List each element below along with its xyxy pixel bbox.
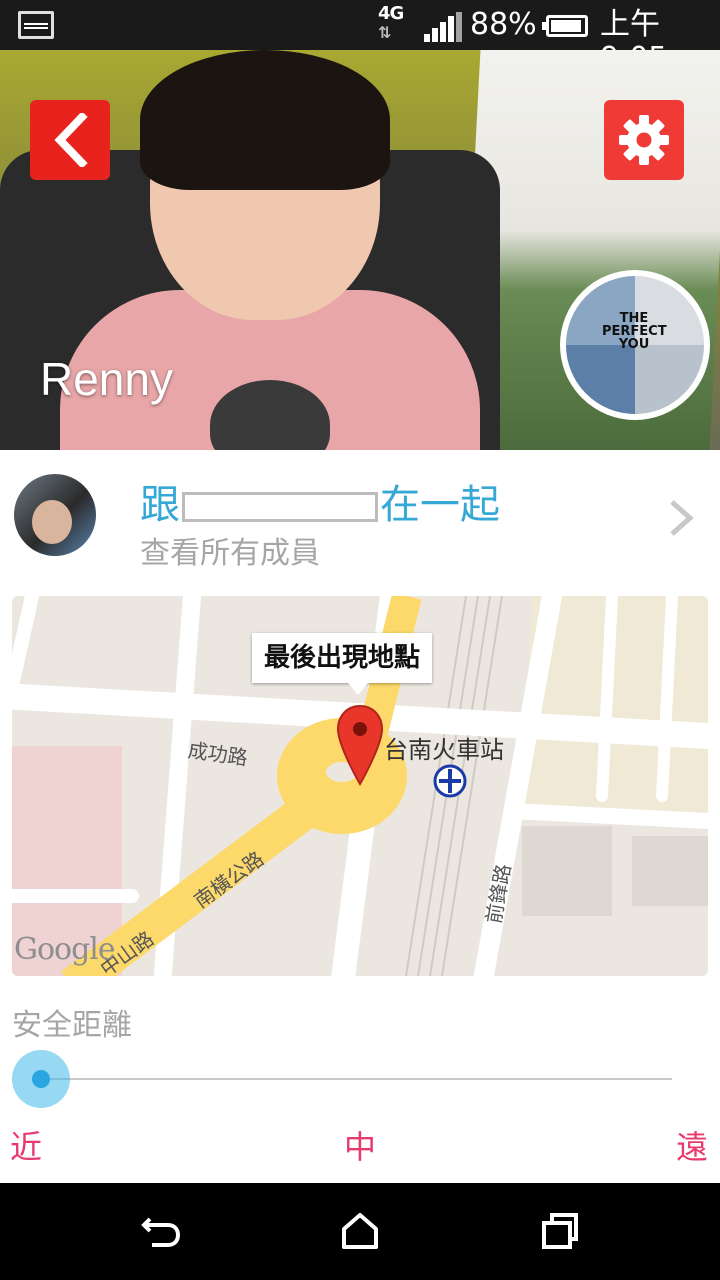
back-button[interactable] [30,100,110,180]
home-icon[interactable] [338,1211,382,1251]
circle-photo-badge[interactable]: THE PERFECT YOU [560,270,710,420]
poi-label-station: 台南火車站 [384,736,504,764]
map-pin-icon [336,704,384,786]
network-arrows-icon: ⇅ [378,23,391,42]
slider-track [40,1078,672,1080]
profile-photo-hair [140,50,390,190]
group-title: 跟 在一起 [140,472,500,530]
redacted-name [182,492,378,522]
group-title-prefix: 跟 [140,482,180,528]
scale-near[interactable]: 近 [10,1122,42,1168]
profile-name: Renny [40,353,173,405]
recents-icon[interactable] [538,1211,582,1251]
back-icon[interactable] [140,1211,184,1251]
status-bar: 4G ⇅ 88% 上午9:05 [0,0,720,76]
google-attribution: Google [14,932,116,967]
profile-header: Renny THE PERFECT YOU [0,50,720,450]
gear-icon [619,115,669,165]
signal-icon [424,12,462,42]
back-arrow-icon [54,113,88,167]
network-type: 4G [378,3,404,24]
settings-button[interactable] [604,100,684,180]
scale-far[interactable]: 遠 [676,1122,708,1168]
battery-icon [542,15,588,37]
avatar [14,474,96,556]
safety-distance-slider[interactable] [12,1048,672,1110]
badge-text: THE PERFECT YOU [602,311,667,352]
battery-percent: 88% [470,7,537,42]
navigation-bar [0,1183,720,1280]
railway-station-icon [433,764,467,798]
location-map[interactable]: 成功路 南橫公路 前鋒路 中山路 台南火車站 最後出現地點 Google [12,596,708,976]
view-all-members-label: 查看所有成員 [140,536,320,571]
group-members-row[interactable]: 跟 在一起 查看所有成員 [0,450,720,590]
scale-middle[interactable]: 中 [344,1122,376,1168]
safety-distance-title: 安全距離 [12,1008,132,1043]
network-indicator: 4G ⇅ [378,3,404,42]
last-location-callout: 最後出現地點 [252,633,433,695]
chevron-right-icon [670,500,694,536]
slider-thumb[interactable] [12,1050,70,1108]
gallery-icon [18,11,54,39]
group-title-suffix: 在一起 [380,482,500,528]
